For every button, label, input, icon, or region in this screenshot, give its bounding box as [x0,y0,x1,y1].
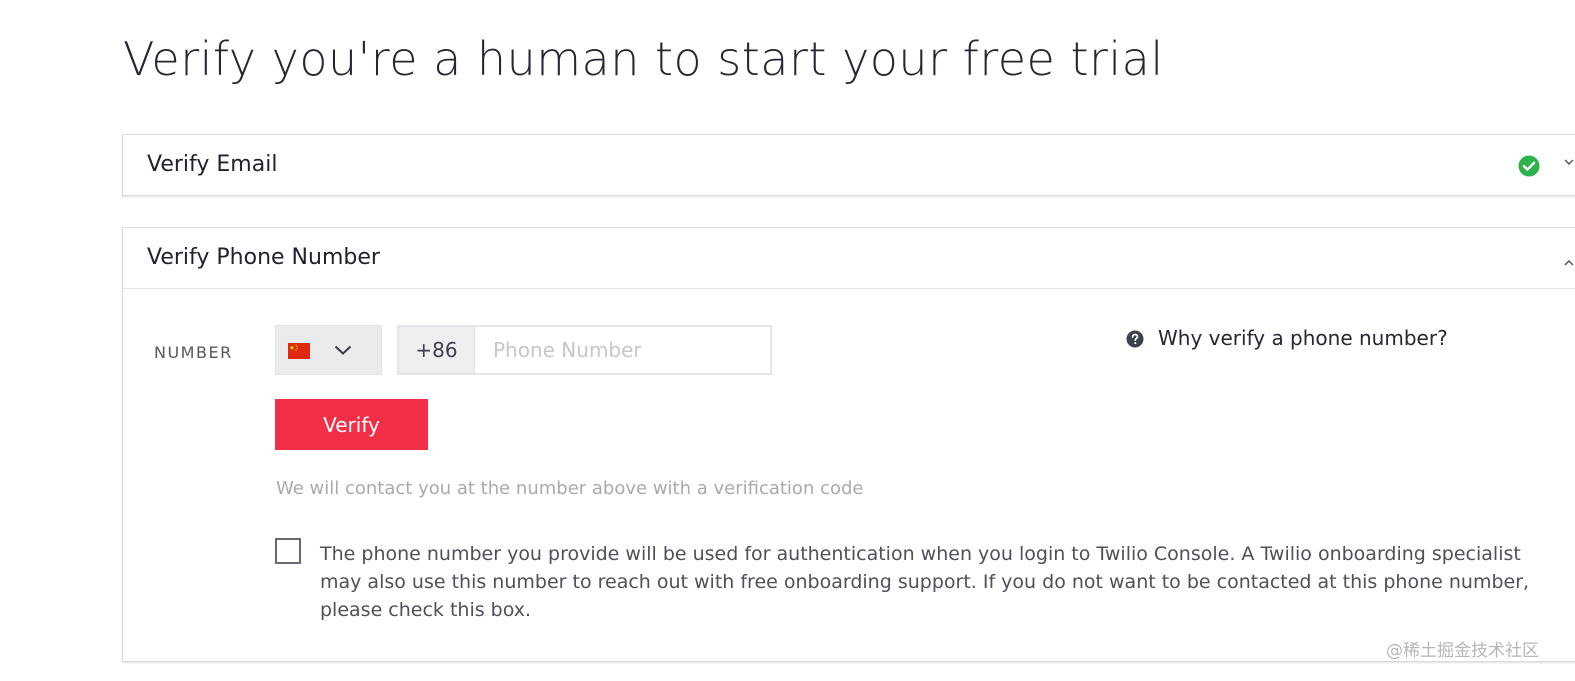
page-title: Verify you're a human to start your free… [123,32,1164,86]
chevron-down-icon [334,345,352,355]
phone-number-input[interactable] [475,327,770,373]
china-flag-icon [288,343,310,359]
chevron-up-icon[interactable] [1564,258,1574,268]
chevron-down-icon[interactable] [1564,157,1574,167]
verify-email-header[interactable]: Verify Email [123,135,1575,195]
country-code-select[interactable] [275,325,382,375]
verify-email-title: Verify Email [147,152,278,177]
verify-email-section[interactable]: Verify Email [122,134,1575,196]
question-circle-icon [1126,330,1144,348]
consent-text: The phone number you provide will be use… [320,543,1530,621]
number-label: NUMBER [154,343,233,362]
watermark: @稀土掘金技术社区 [1386,641,1539,661]
verify-phone-title: Verify Phone Number [147,245,380,270]
check-circle-icon [1518,155,1540,177]
verify-phone-header[interactable]: Verify Phone Number [123,228,1575,289]
why-verify-text: Why verify a phone number? [1158,326,1448,350]
phone-number-group: +86 [397,325,772,375]
verify-button[interactable]: Verify [275,399,428,450]
verify-phone-section: Verify Phone Number NUMBER +86 Why verif… [122,227,1575,662]
verification-hint: We will contact you at the number above … [276,478,864,499]
consent-checkbox[interactable] [275,538,301,564]
dial-code: +86 [399,327,475,373]
